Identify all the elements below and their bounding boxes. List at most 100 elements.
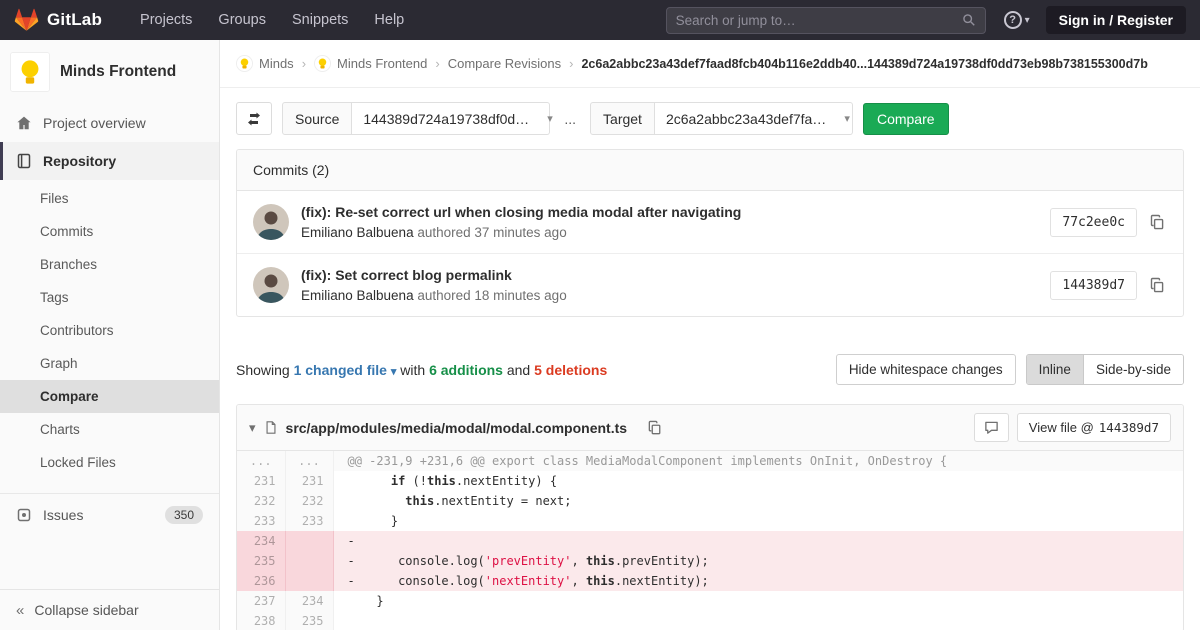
diff-file-header: ▾ src/app/modules/media/modal/modal.comp… — [237, 405, 1183, 451]
breadcrumb-compare-revisions[interactable]: Compare Revisions — [448, 56, 561, 71]
commit-title-link[interactable]: (fix): Set correct blog permalink — [301, 267, 1050, 283]
changed-files-dropdown[interactable]: 1 changed file ▾ — [294, 362, 397, 378]
new-line-number[interactable]: 234 — [285, 591, 333, 611]
breadcrumb-group[interactable]: Minds — [236, 55, 294, 72]
copy-sha-button[interactable] — [1147, 212, 1167, 232]
new-line-number[interactable] — [285, 531, 333, 551]
and-label: and — [507, 362, 530, 378]
old-line-number[interactable]: 235 — [237, 551, 285, 571]
commit-row: (fix): Set correct blog permalink Emilia… — [237, 253, 1183, 316]
new-line-number[interactable]: ... — [285, 451, 333, 471]
sidebar-section-repository[interactable]: Repository — [0, 142, 219, 180]
gitlab-tanuki-icon — [14, 8, 39, 32]
file-icon — [264, 420, 278, 435]
brand-title: GitLab — [47, 10, 102, 30]
diff-line-content: - console.log('prevEntity', this.prevEnt… — [333, 551, 1183, 571]
repository-submenu: Files Commits Branches Tags Contributors… — [0, 180, 219, 487]
commit-title-link[interactable]: (fix): Re-set correct url when closing m… — [301, 204, 1050, 220]
commit-author-link[interactable]: Emiliano Balbuena — [301, 225, 414, 240]
commit-author-link[interactable]: Emiliano Balbuena — [301, 288, 414, 303]
side-by-side-view-button[interactable]: Side-by-side — [1083, 355, 1183, 384]
new-line-number[interactable]: 232 — [285, 491, 333, 511]
old-line-number[interactable]: 232 — [237, 491, 285, 511]
old-line-number[interactable]: 234 — [237, 531, 285, 551]
new-line-number[interactable] — [285, 551, 333, 571]
old-line-number[interactable]: ... — [237, 451, 285, 471]
sidebar-item-files[interactable]: Files — [0, 182, 219, 215]
showing-label: Showing — [236, 362, 290, 378]
project-header[interactable]: Minds Frontend — [0, 40, 219, 104]
old-line-number[interactable]: 237 — [237, 591, 285, 611]
global-search[interactable] — [666, 7, 986, 34]
old-line-number[interactable]: 238 — [237, 611, 285, 630]
swap-revisions-button[interactable] — [236, 102, 272, 135]
target-revision-value: 2c6a2abbc23a43def7fa… — [666, 111, 826, 127]
sidebar-item-contributors[interactable]: Contributors — [0, 314, 219, 347]
copy-file-path-button[interactable] — [645, 418, 664, 437]
home-icon — [16, 115, 32, 131]
diff-line-removed: 234- — [237, 531, 1183, 551]
diff-line-context: 238235 — [237, 611, 1183, 630]
sign-in-button[interactable]: Sign in / Register — [1046, 6, 1186, 34]
target-label: Target — [590, 102, 655, 135]
sidebar-item-compare[interactable]: Compare — [0, 380, 219, 413]
source-revision-dropdown[interactable]: 144389d724a19738df0d… ▾ — [352, 102, 550, 135]
project-name: Minds Frontend — [60, 63, 176, 81]
old-line-number[interactable]: 236 — [237, 571, 285, 591]
top-navbar: GitLab Projects Groups Snippets Help ? ▾… — [0, 0, 1200, 40]
diff-summary-text: Showing 1 changed file ▾ with 6 addition… — [236, 362, 607, 378]
old-line-number[interactable]: 231 — [237, 471, 285, 491]
toggle-comments-button[interactable] — [974, 413, 1009, 442]
sidebar-item-label: Project overview — [43, 115, 146, 131]
diff-line-context: 231231 if (!this.nextEntity) { — [237, 471, 1183, 491]
breadcrumb-project[interactable]: Minds Frontend — [314, 55, 427, 72]
sidebar-item-tags[interactable]: Tags — [0, 281, 219, 314]
search-input[interactable] — [676, 13, 962, 28]
nav-link-snippets[interactable]: Snippets — [292, 12, 348, 28]
view-file-button[interactable]: View file @ 144389d7 — [1017, 413, 1171, 442]
collapse-sidebar-button[interactable]: « Collapse sidebar — [0, 589, 219, 630]
sidebar-item-project-overview[interactable]: Project overview — [0, 104, 219, 142]
sidebar-item-locked-files[interactable]: Locked Files — [0, 446, 219, 479]
chevron-double-left-icon: « — [16, 603, 24, 618]
source-input-group: Source 144389d724a19738df0d… ▾ — [282, 102, 550, 135]
copy-sha-button[interactable] — [1147, 275, 1167, 295]
gitlab-brand[interactable]: GitLab — [14, 8, 102, 32]
sidebar-item-label: Issues — [43, 507, 83, 523]
sidebar-item-charts[interactable]: Charts — [0, 413, 219, 446]
new-line-number[interactable]: 233 — [285, 511, 333, 531]
commit-meta: Emiliano Balbuena authored 18 minutes ag… — [301, 288, 1050, 303]
breadcrumb-project-label: Minds Frontend — [337, 56, 427, 71]
deletions-count: 5 deletions — [534, 362, 607, 378]
nav-link-groups[interactable]: Groups — [218, 12, 266, 28]
new-line-number[interactable] — [285, 571, 333, 591]
nav-link-projects[interactable]: Projects — [140, 12, 192, 28]
changed-files-label: 1 changed file — [294, 362, 387, 378]
sidebar-item-branches[interactable]: Branches — [0, 248, 219, 281]
copy-icon — [1149, 214, 1165, 230]
inline-view-button[interactable]: Inline — [1027, 355, 1083, 384]
main-content: Minds › Minds Frontend › Compare Revisio… — [220, 40, 1200, 630]
new-line-number[interactable]: 235 — [285, 611, 333, 630]
sidebar-item-commits[interactable]: Commits — [0, 215, 219, 248]
compare-button[interactable]: Compare — [863, 103, 949, 135]
copy-icon — [1149, 277, 1165, 293]
sidebar-item-graph[interactable]: Graph — [0, 347, 219, 380]
nav-link-help[interactable]: Help — [374, 12, 404, 28]
diff-view-actions: Hide whitespace changes Inline Side-by-s… — [836, 354, 1184, 385]
commit-sha-link[interactable]: 77c2ee0c — [1050, 208, 1137, 237]
breadcrumb-separator: › — [302, 56, 306, 71]
project-sidebar: Minds Frontend Project overview Reposito… — [0, 40, 220, 630]
commit-sha-link[interactable]: 144389d7 — [1050, 271, 1137, 300]
new-line-number[interactable]: 231 — [285, 471, 333, 491]
old-line-number[interactable]: 233 — [237, 511, 285, 531]
diff-table-body: ......@@ -231,9 +231,6 @@ export class M… — [237, 451, 1183, 630]
file-path-link[interactable]: src/app/modules/media/modal/modal.compon… — [286, 420, 628, 436]
help-menu[interactable]: ? ▾ — [1004, 11, 1030, 29]
range-ellipsis: ... — [560, 111, 580, 127]
sidebar-item-issues[interactable]: Issues 350 — [0, 494, 219, 536]
collapse-diff-icon[interactable]: ▾ — [249, 420, 256, 436]
target-revision-dropdown[interactable]: 2c6a2abbc23a43def7fa… ▾ — [655, 102, 853, 135]
hide-whitespace-button[interactable]: Hide whitespace changes — [836, 354, 1016, 385]
diff-line-content — [333, 611, 1183, 630]
